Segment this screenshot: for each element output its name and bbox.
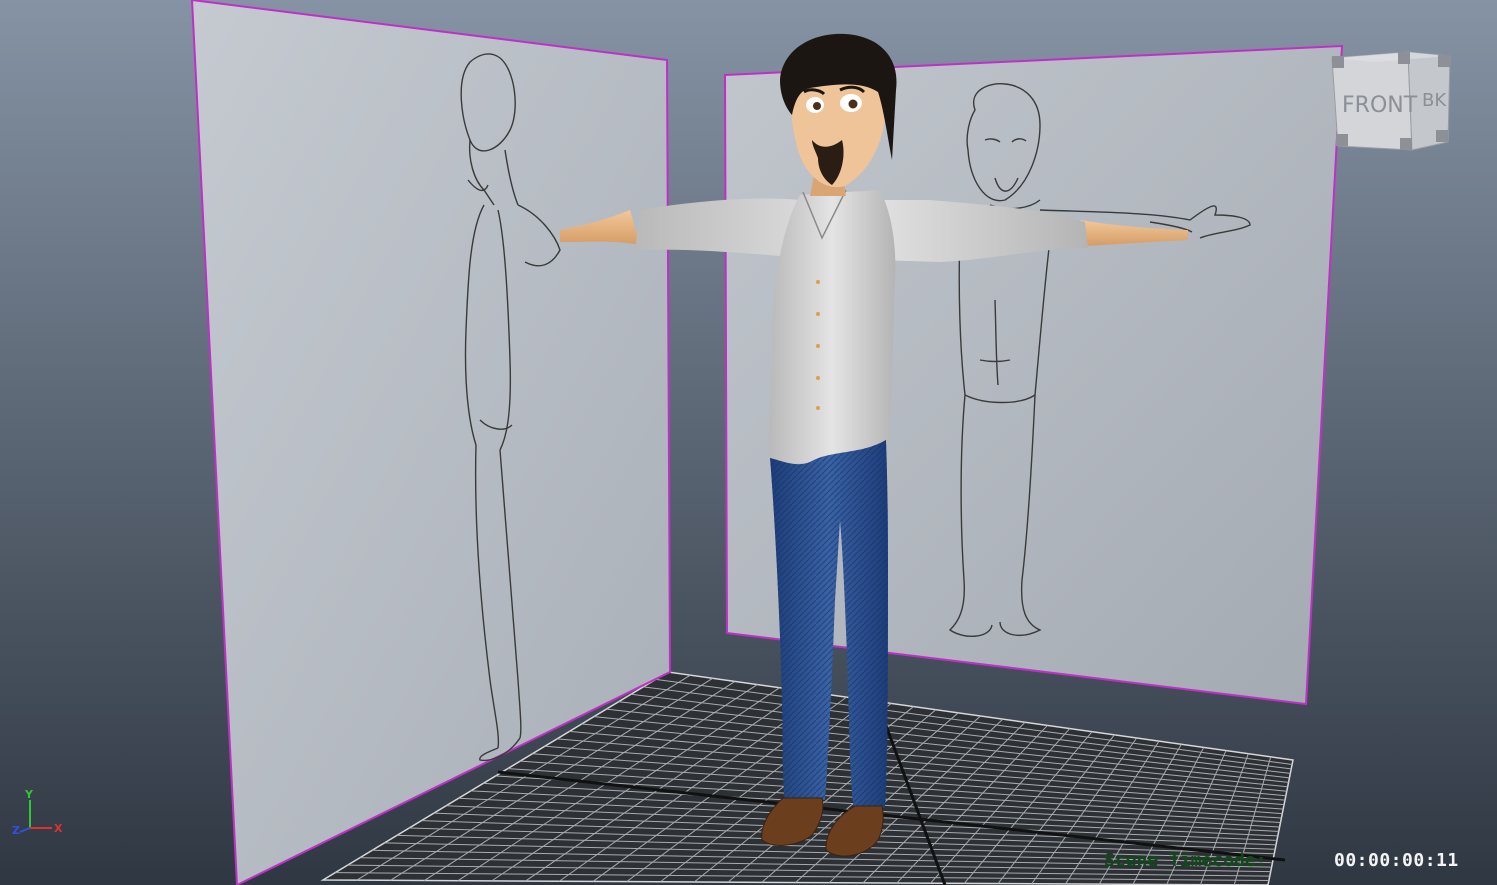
hud-timecode-label: Scene Timecode: [1104, 850, 1267, 871]
axis-z-label: Z [12, 824, 20, 837]
view-cube-side-label[interactable]: BK [1422, 90, 1447, 111]
viewport-scene[interactable]: FRONT BK Y Z X [0, 0, 1497, 885]
view-cube[interactable]: FRONT BK [1331, 51, 1451, 151]
perspective-viewport[interactable]: FRONT BK Y Z X Scene Timecode: 00:00:00:… [0, 0, 1497, 885]
character-shirt [769, 190, 896, 464]
view-cube-front-label[interactable]: FRONT [1342, 93, 1418, 118]
axis-y-label: Y [24, 788, 34, 801]
hud-timecode-value: 00:00:00:11 [1334, 850, 1459, 871]
axis-x-label: X [54, 822, 63, 835]
